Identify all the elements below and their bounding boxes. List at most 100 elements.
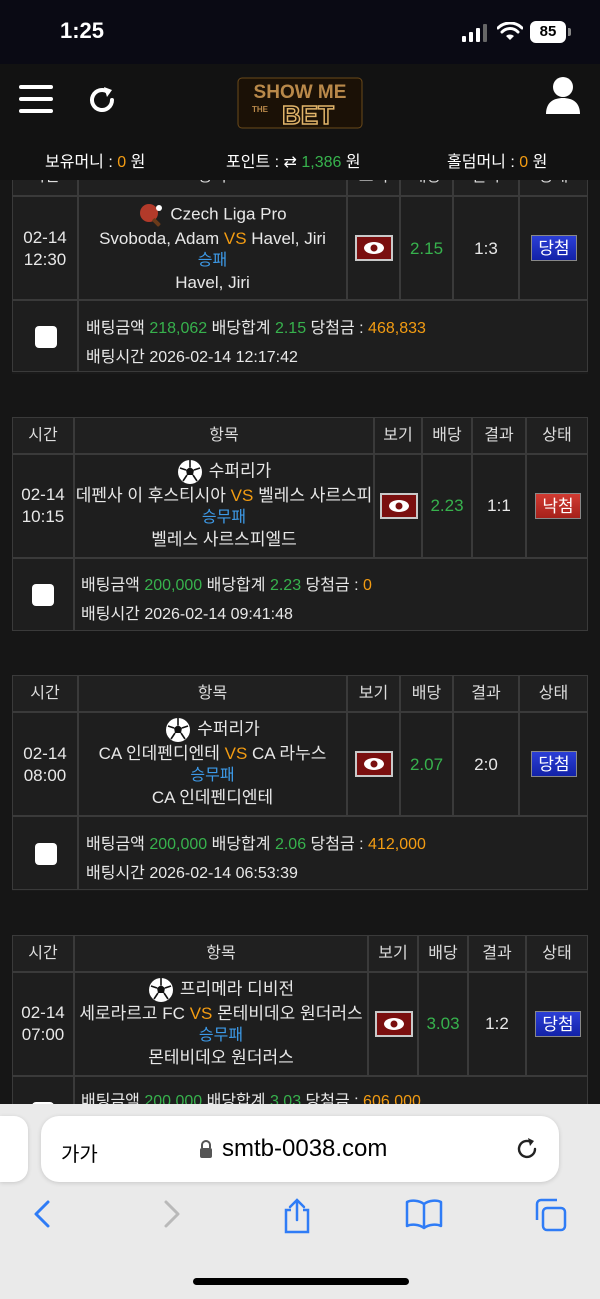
col-status-header: 상태 — [519, 675, 588, 712]
col-status-header: 상태 — [519, 180, 588, 196]
back-icon[interactable] — [30, 1198, 54, 1230]
bet-summary-cell: 배팅금액 218,062 배당합계 2.15 당첨금 : 468,833 배팅시… — [78, 300, 588, 372]
result-cell: 1:1 — [472, 454, 526, 558]
league-name: 수퍼리가 — [75, 459, 373, 485]
status-cell: 당첨 — [519, 712, 588, 816]
bet-card: 시간 항목 보기 배당 결과 상태 02-14 12:30 Czech Liga… — [12, 180, 588, 374]
col-item-header: 항목 — [78, 675, 347, 712]
bet-time-cell: 02-14 12:30 — [12, 196, 78, 300]
col-view-header: 보기 — [347, 180, 400, 196]
bet-time-cell: 02-14 07:00 — [12, 972, 74, 1076]
result-cell: 1:2 — [468, 972, 526, 1076]
browser-toolbar: 가가 smtb-0038.com — [0, 1104, 600, 1299]
col-time-header: 시간 — [12, 675, 78, 712]
soccer-ball-icon — [166, 718, 191, 742]
bet-amount-line: 배팅금액 200,000 배당합계 2.23 당첨금 : 0 — [81, 577, 372, 594]
bet-select-checkbox[interactable] — [32, 584, 54, 606]
odds-cell: 2.15 — [400, 196, 453, 300]
tabs-icon[interactable] — [533, 1198, 569, 1232]
battery-tip — [568, 28, 571, 36]
table-tennis-icon — [140, 204, 163, 227]
wifi-icon — [497, 22, 523, 40]
col-odds-header: 배당 — [418, 935, 468, 972]
view-eye-button[interactable] — [355, 751, 393, 777]
refresh-icon[interactable] — [86, 84, 118, 116]
bet-item-cell: 수퍼리가 데펜사 이 후스티시아 VS 벨레스 사르스피 승무패 벨레스 사르스… — [74, 454, 374, 558]
col-result-header: 결과 — [472, 417, 526, 454]
view-cell — [347, 712, 400, 816]
view-eye-button[interactable] — [380, 493, 418, 519]
address-bar[interactable]: 가가 smtb-0038.com — [41, 1116, 559, 1182]
odds-cell: 2.23 — [422, 454, 472, 558]
point-balance[interactable]: 포인트 : ⇄ 1,386 원 — [226, 148, 361, 172]
status-cell: 당첨 — [519, 196, 588, 300]
url-text[interactable]: smtb-0038.com — [222, 1135, 387, 1163]
bet-time-line: 배팅시간 2026-02-14 12:17:42 — [86, 349, 298, 366]
col-time-header: 시간 — [12, 417, 74, 454]
bet-pick: Havel, Jiri — [175, 273, 250, 292]
bookmarks-icon[interactable] — [405, 1198, 443, 1230]
bet-summary-cell: 배팅금액 200,000 배당합계 2.06 당첨금 : 412,000 배팅시… — [78, 816, 588, 890]
select-cell — [12, 300, 78, 372]
view-cell — [347, 196, 400, 300]
status-bar: 1:25 85 — [0, 0, 600, 64]
previous-tab-preview[interactable] — [0, 1116, 28, 1182]
battery-icon: 85 — [530, 21, 566, 43]
bet-market: 승무패 — [198, 1027, 244, 1044]
home-indicator — [193, 1278, 409, 1285]
user-icon[interactable] — [545, 76, 581, 116]
col-item-header: 항목 — [74, 935, 368, 972]
menu-icon[interactable] — [19, 85, 53, 113]
lock-icon — [200, 1140, 212, 1158]
bet-amount-line: 배팅금액 218,062 배당합계 2.15 당첨금 : 468,833 — [86, 320, 426, 337]
eye-icon — [389, 500, 409, 512]
share-icon[interactable] — [281, 1198, 313, 1234]
odds-cell: 2.07 — [400, 712, 453, 816]
result-cell: 1:3 — [453, 196, 519, 300]
col-item-header: 항목 — [78, 180, 347, 196]
select-cell — [12, 1076, 74, 1104]
svg-text:THE: THE — [252, 105, 269, 114]
col-view-header: 보기 — [374, 417, 422, 454]
bet-item-cell: Czech Liga Pro Svoboda, Adam VS Havel, J… — [78, 196, 347, 300]
bet-market: 승무패 — [201, 509, 247, 526]
holdem-balance: 홀덤머니 : 0 원 — [447, 154, 548, 171]
bet-history-list[interactable]: 시간 항목 보기 배당 결과 상태 02-14 12:30 Czech Liga… — [0, 180, 600, 1104]
col-status-header: 상태 — [526, 417, 588, 454]
browser-nav — [0, 1198, 600, 1238]
match-teams: CA 인데펜디엔테 VS CA 라누스 — [98, 744, 327, 763]
bet-pick: 벨레스 사르스피엘드 — [151, 530, 297, 549]
col-time-header: 시간 — [12, 935, 74, 972]
view-eye-button[interactable] — [375, 1011, 413, 1037]
forward-icon[interactable] — [160, 1198, 184, 1230]
bet-select-checkbox[interactable] — [35, 326, 57, 348]
bet-amount-line: 배팅금액 200,000 배당합계 3.03 당첨금 : 606,000 — [81, 1093, 421, 1104]
view-cell — [374, 454, 422, 558]
league-name: Czech Liga Pro — [79, 202, 346, 228]
odds-cell: 3.03 — [418, 972, 468, 1076]
status-cell: 당첨 — [526, 972, 588, 1076]
clock: 1:25 — [60, 18, 105, 43]
bet-summary-cell: 배팅금액 200,000 배당합계 2.23 당첨금 : 0 배팅시간 2026… — [74, 558, 588, 631]
col-result-header: 결과 — [453, 675, 519, 712]
select-cell — [12, 558, 74, 631]
status-badge-win: 당첨 — [531, 751, 577, 777]
cellular-signal-icon — [462, 24, 488, 42]
bet-summary-cell: 배팅금액 200,000 배당합계 3.03 당첨금 : 606,000 — [74, 1076, 588, 1104]
bet-card: 시간 항목 보기 배당 결과 상태 02-14 10:15 수퍼리가 데펜사 이… — [12, 417, 588, 631]
bet-market: 승무패 — [190, 767, 235, 784]
exchange-icon[interactable]: ⇄ — [284, 154, 302, 171]
bet-select-checkbox[interactable] — [35, 843, 57, 865]
league-name: 수퍼리가 — [79, 717, 346, 743]
money-balance: 보유머니 : 0 원 — [45, 154, 146, 171]
col-item-header: 항목 — [74, 417, 374, 454]
match-teams: Svoboda, Adam VS Havel, Jiri — [99, 229, 326, 248]
col-result-header: 결과 — [453, 180, 519, 196]
view-eye-button[interactable] — [355, 235, 393, 261]
reload-icon[interactable] — [514, 1136, 540, 1162]
svg-text:BET: BET — [282, 100, 334, 130]
page-settings-button[interactable]: 가가 — [61, 1138, 98, 1167]
soccer-ball-icon — [148, 978, 173, 1002]
result-cell: 2:0 — [453, 712, 519, 816]
site-logo[interactable]: SHOW ME THE BET — [232, 72, 368, 132]
